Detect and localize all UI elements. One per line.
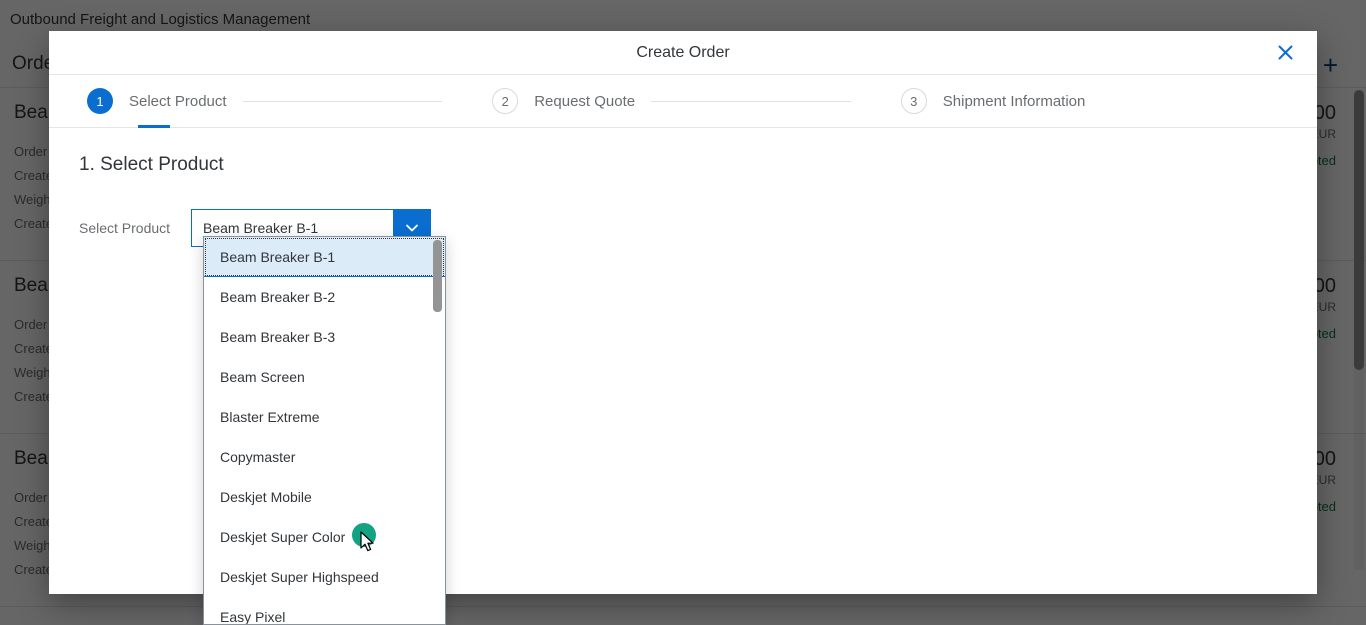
wizard-step-select-product[interactable]: 1 Select Product [49,88,227,114]
dropdown-option[interactable]: Beam Screen [204,357,445,397]
wizard-active-indicator [138,125,170,128]
product-dropdown-list[interactable]: Beam Breaker B-1 Beam Breaker B-2 Beam B… [203,236,446,625]
dropdown-option[interactable]: Beam Breaker B-1 [204,237,445,277]
wizard-step-label: Request Quote [534,92,636,110]
wizard-step-number: 3 [900,88,927,114]
wizard-step-shipment-information[interactable]: 3 Shipment Information [867,88,1086,114]
wizard-step-label: Select Product [129,92,227,110]
wizard-steps: 1 Select Product 2 Request Quote 3 Shipm… [49,75,1317,128]
dropdown-option[interactable]: Easy Pixel [204,597,445,624]
dropdown-scrollbar-track[interactable] [433,238,444,624]
dropdown-option[interactable]: Beam Breaker B-2 [204,277,445,317]
dropdown-option[interactable]: Copymaster [204,437,445,477]
wizard-connector [651,100,851,102]
dropdown-option[interactable]: Deskjet Super Color [204,517,445,557]
dropdown-options: Beam Breaker B-1 Beam Breaker B-2 Beam B… [204,237,445,624]
wizard-step-label: Shipment Information [942,92,1086,110]
wizard-step-request-quote[interactable]: 2 Request Quote [458,88,635,114]
wizard-connector [242,100,443,102]
dropdown-option[interactable]: Beam Breaker B-3 [204,317,445,357]
close-icon[interactable] [1271,39,1299,67]
dialog-title: Create Order [636,43,730,61]
wizard-step-number: 1 [87,88,113,114]
select-product-label: Select Product [79,220,171,236]
dropdown-option[interactable]: Blaster Extreme [204,397,445,437]
dropdown-option[interactable]: Deskjet Mobile [204,477,445,517]
dropdown-scrollbar-thumb[interactable] [433,240,442,312]
dialog-header: Create Order [49,31,1317,75]
dropdown-option[interactable]: Deskjet Super Highspeed [204,557,445,597]
section-title: 1. Select Product [79,154,224,175]
wizard-step-number: 2 [492,88,519,114]
dialog-body: 1. Select Product Select Product Beam Br… [49,128,1317,247]
